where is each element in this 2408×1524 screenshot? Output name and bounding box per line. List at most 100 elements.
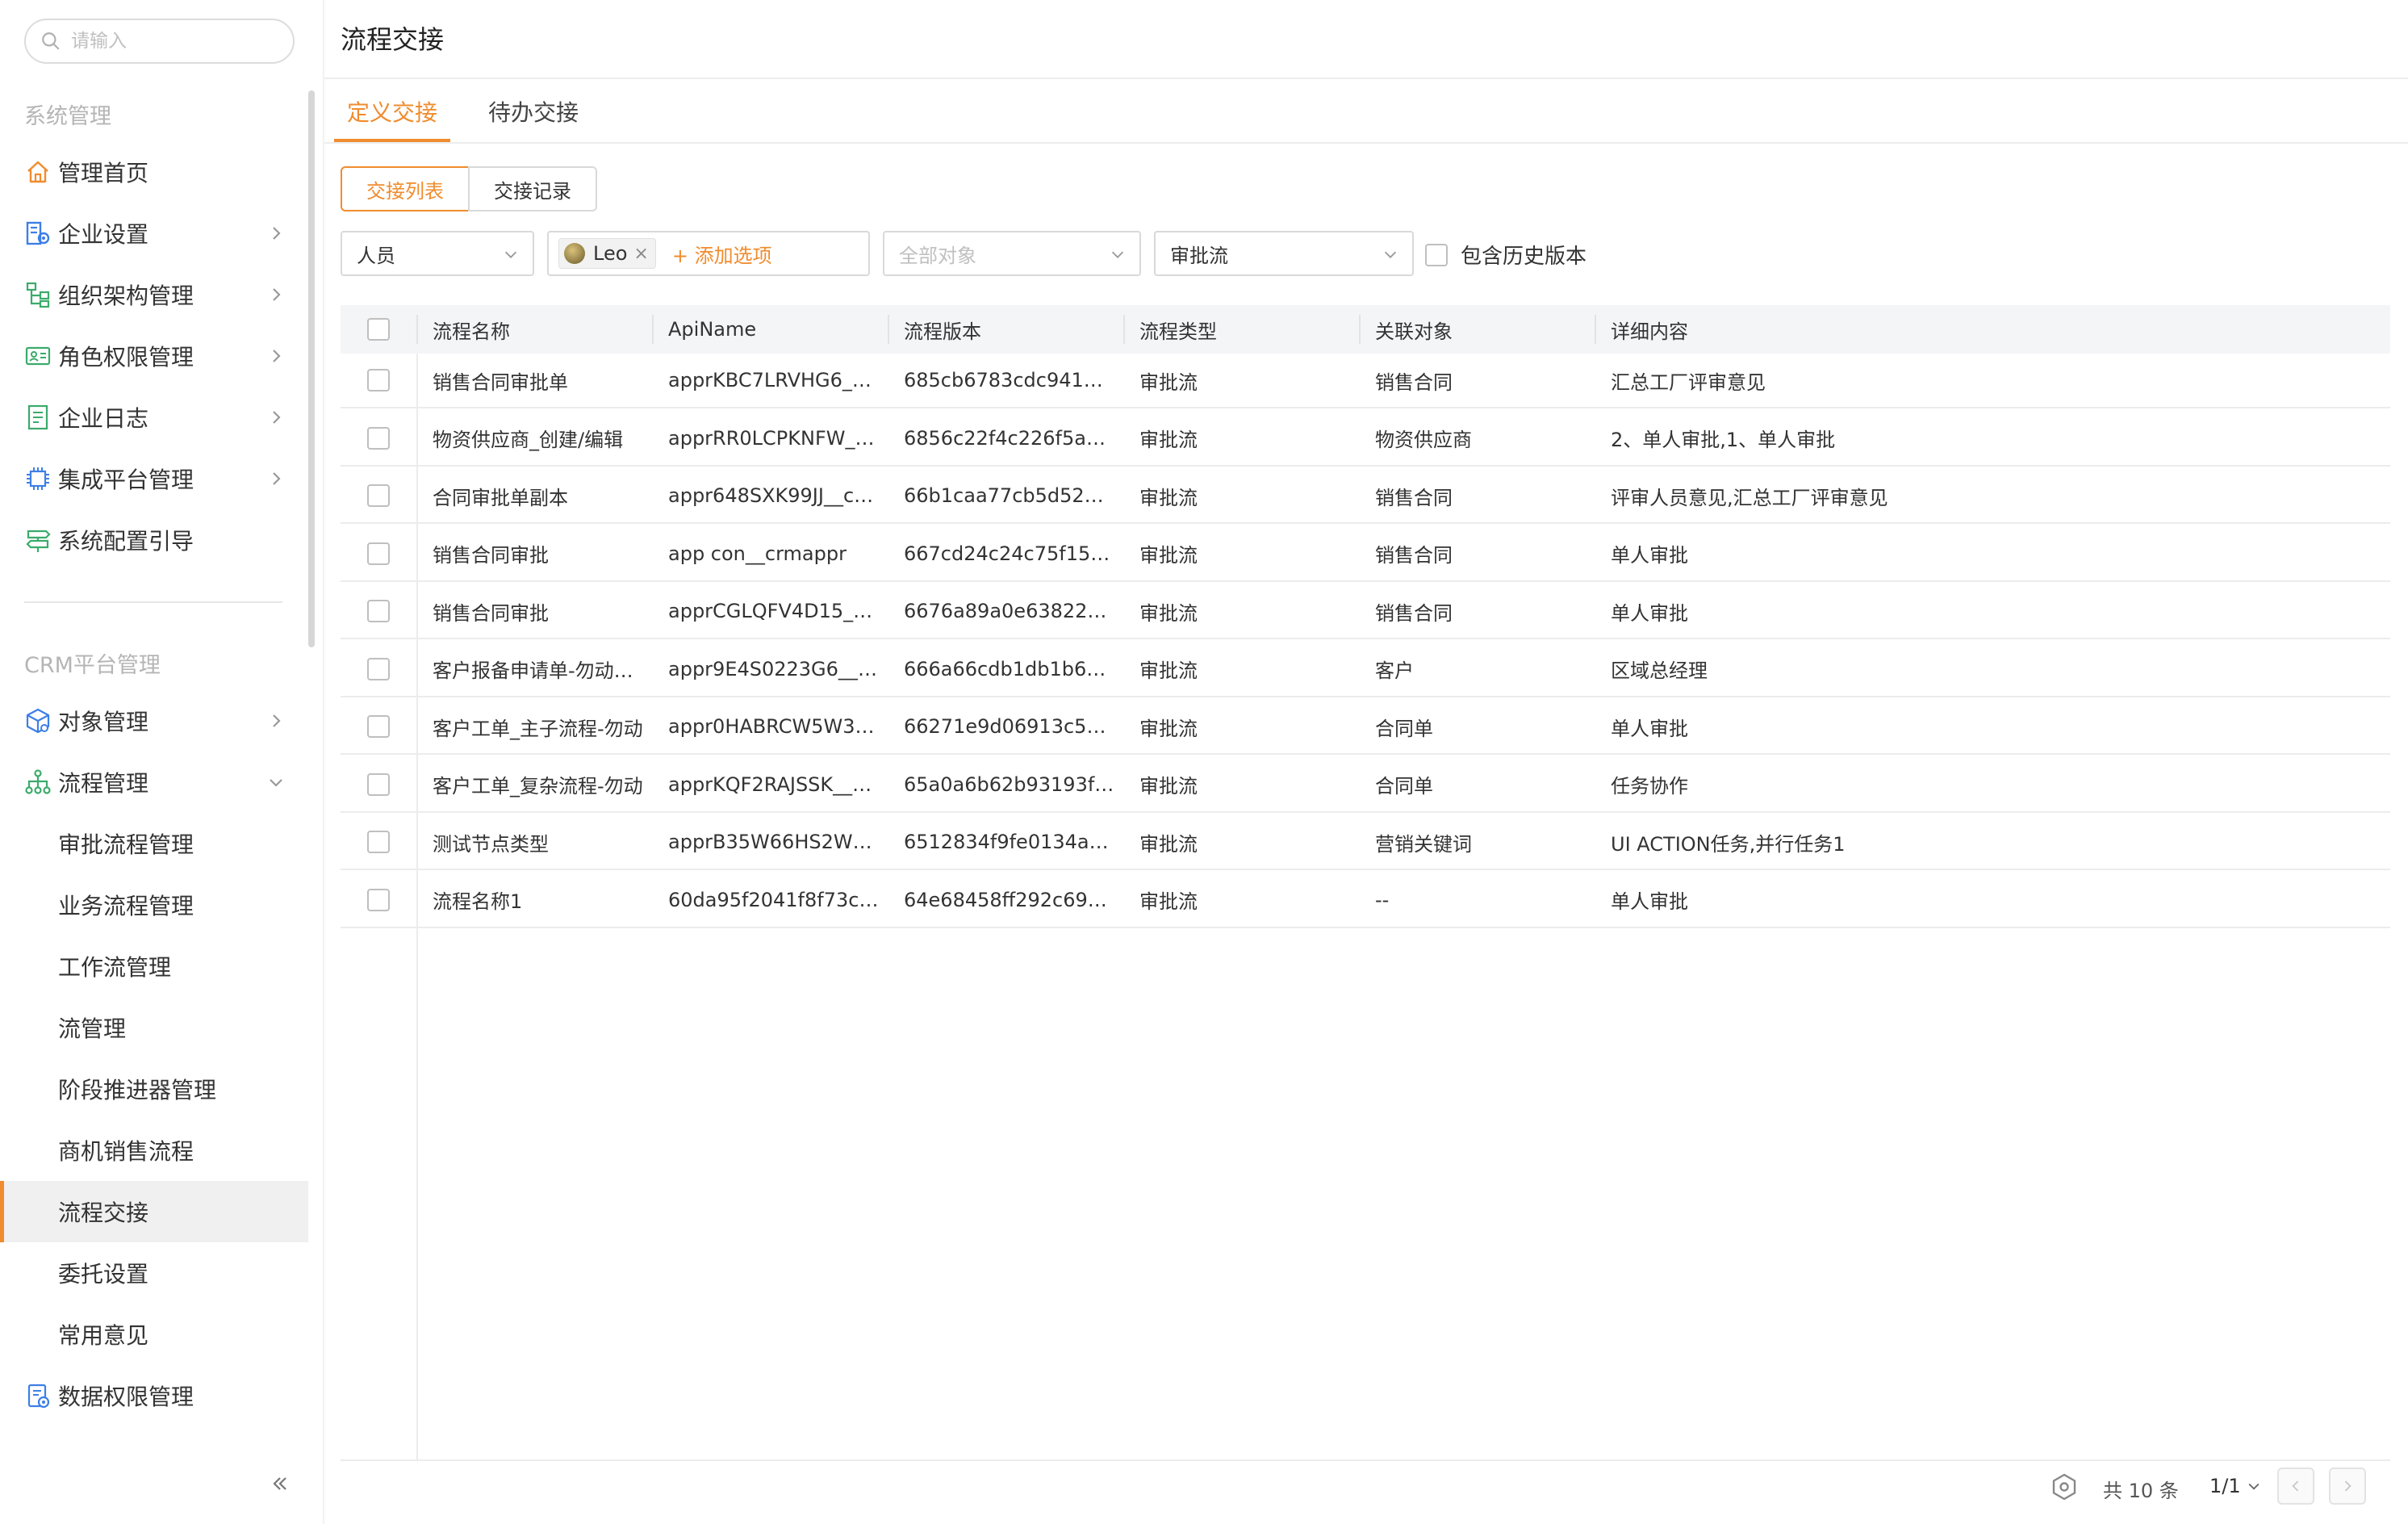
table-row[interactable]: 销售合同审批 apprCGLQFV4D15__crmappr 6676a89a0e6… <box>341 584 2390 639</box>
sidebar-subitem-workflow[interactable]: 工作流管理 <box>0 936 308 997</box>
row-checkbox[interactable] <box>367 772 390 796</box>
row-checkbox[interactable] <box>367 715 390 738</box>
cell-process-name: 物资供应商_创建/编辑 <box>418 412 652 465</box>
person-select[interactable]: 人员 <box>341 231 534 276</box>
person-tag-label: Leo <box>593 242 628 265</box>
cell-api-name: appr0HABRCW5W3__crmappr <box>654 700 888 753</box>
header-api-name[interactable]: ApiName <box>654 305 888 354</box>
table-row[interactable]: 合同审批单副本 appr648SXK99JJ__crmappr 66b1caa77c… <box>341 469 2390 524</box>
sidebar-item-label: 数据权限管理 <box>58 1384 194 1410</box>
table-row[interactable]: 物资供应商_创建/编辑 apprRR0LCPKNFW__crmappr 6856c2… <box>341 412 2390 467</box>
cell-text: 营销关键词 <box>1375 832 1472 856</box>
sidebar-item-integration[interactable]: 集成平台管理 <box>0 448 308 509</box>
segment-handover-records[interactable]: 交接记录 <box>468 166 597 211</box>
include-history-toggle[interactable]: 包含历史版本 <box>1425 240 1587 270</box>
sidebar: 系统管理 管理首页 企业设置 组织架构管理 角色权限管理 企业日志 集成平台管理… <box>0 0 323 1524</box>
sidebar-subitem-label: 委托设置 <box>58 1261 149 1287</box>
row-checkbox[interactable] <box>367 542 390 565</box>
table-row[interactable]: 客户报备申请单-勿动勿动 appr9E4S0223G6__crmappr 666a6… <box>341 643 2390 697</box>
sidebar-item-org-structure[interactable]: 组织架构管理 <box>0 264 308 325</box>
object-select[interactable]: 全部对象 <box>883 231 1141 276</box>
pagination-prev-button[interactable] <box>2277 1467 2314 1505</box>
row-checkbox[interactable] <box>367 831 390 853</box>
sidebar-subitem-stream[interactable]: 流管理 <box>0 997 308 1058</box>
sidebar-item-config-guide[interactable]: 系统配置引导 <box>0 509 308 571</box>
table-header: 流程名称 ApiName 流程版本 流程类型 关联对象 详细内容 <box>341 305 2390 354</box>
sidebar-subitem-label: 工作流管理 <box>58 954 172 981</box>
sidebar-subitem-common-opinions[interactable]: 常用意见 <box>0 1304 308 1365</box>
sidebar-item-object-management[interactable]: 对象管理 <box>0 690 308 752</box>
tab-pending-handover[interactable]: 待办交接 <box>488 95 579 128</box>
cell-text: apprB35W66HS2W__crmappr <box>668 831 880 853</box>
cell-text: 销售合同 <box>1375 601 1453 625</box>
sidebar-item-home[interactable]: 管理首页 <box>0 141 308 203</box>
table-row[interactable]: 测试节点类型 apprB35W66HS2W__crmappr 6512834f9fe… <box>341 815 2390 870</box>
row-checkbox[interactable] <box>367 657 390 680</box>
sidebar-subitem-business-flow[interactable]: 业务流程管理 <box>0 874 308 936</box>
sidebar-item-enterprise-log[interactable]: 企业日志 <box>0 387 308 448</box>
collapse-sidebar-icon[interactable] <box>266 1471 292 1497</box>
segment-handover-list[interactable]: 交接列表 <box>341 166 470 211</box>
row-select-cell <box>341 873 416 927</box>
cell-text: 65a0a6b62b93193fe... <box>904 772 1115 796</box>
cell-text: 销售合同审批 <box>433 544 549 567</box>
sidebar-item-label: 角色权限管理 <box>58 344 194 371</box>
sidebar-subitem-process-handover[interactable]: 流程交接 <box>0 1181 308 1242</box>
cell-text: 64e68458ff292c6935... <box>904 888 1115 911</box>
pagination-next-button[interactable] <box>2329 1467 2366 1505</box>
row-checkbox[interactable] <box>367 888 390 911</box>
sidebar-search[interactable] <box>24 19 295 64</box>
add-option-button[interactable]: + 添加选项 <box>672 240 772 268</box>
pagination-page-select[interactable]: 1/1 <box>2209 1475 2262 1497</box>
process-type-select[interactable]: 审批流 <box>1154 231 1414 276</box>
cell-text: 区域总经理 <box>1611 659 1708 682</box>
table-settings-icon[interactable] <box>2050 1472 2079 1501</box>
include-history-checkbox[interactable] <box>1425 243 1448 266</box>
header-process-type[interactable]: 流程类型 <box>1125 305 1359 354</box>
cell-text: appr9E4S0223G6__crmappr <box>668 657 880 680</box>
table-row[interactable]: 客户工单_复杂流程-勿动 apprKQF2RAJSSK__crmappr 65a0a… <box>341 758 2390 813</box>
cell-api-name: app con__crmappr <box>654 527 888 580</box>
row-checkbox[interactable] <box>367 369 390 391</box>
table-row[interactable]: 流程名称1 60da95f2041f8f73c24... 64e68458ff292… <box>341 873 2390 928</box>
sidebar-subitem-stage-advancer[interactable]: 阶段推进器管理 <box>0 1058 308 1120</box>
header-process-name[interactable]: 流程名称 <box>418 305 652 354</box>
row-checkbox[interactable] <box>367 484 390 507</box>
row-checkbox[interactable] <box>367 600 390 622</box>
cell-text: apprRR0LCPKNFW__crmappr <box>668 426 880 450</box>
header-details[interactable]: 详细内容 <box>1596 305 2387 354</box>
sidebar-subitem-approval-flow[interactable]: 审批流程管理 <box>0 813 308 874</box>
sidebar-scrollbar[interactable] <box>308 90 315 647</box>
table-row[interactable]: 客户工单_主子流程-勿动 appr0HABRCW5W3__crmappr 66271… <box>341 700 2390 755</box>
cell-process-type: 审批流 <box>1125 700 1359 753</box>
header-related-object[interactable]: 关联对象 <box>1361 305 1595 354</box>
cell-text: 单人审批 <box>1611 544 1688 567</box>
person-tag-input[interactable]: Leo × + 添加选项 <box>547 231 870 276</box>
cell-process-name: 客户工单_复杂流程-勿动 <box>418 758 652 811</box>
search-input[interactable] <box>71 31 273 52</box>
sidebar-subitem-opportunity-sales[interactable]: 商机销售流程 <box>0 1120 308 1181</box>
row-select-cell <box>341 643 416 696</box>
cell-text: 客户 <box>1375 659 1414 682</box>
sidebar-item-enterprise-settings[interactable]: 企业设置 <box>0 203 308 264</box>
cell-text: apprCGLQFV4D15__crmappr <box>668 600 880 622</box>
chevron-down-icon <box>266 772 286 792</box>
sidebar-item-data-permission[interactable]: 数据权限管理 <box>0 1365 308 1426</box>
row-checkbox[interactable] <box>367 426 390 450</box>
sidebar-item-label: 组织架构管理 <box>58 283 194 309</box>
sidebar-subitem-delegation[interactable]: 委托设置 <box>0 1242 308 1304</box>
table-row[interactable]: 销售合同审批单 apprKBC7LRVHG6__crmappr 685cb6783c… <box>341 354 2390 408</box>
sidebar-item-role-permission[interactable]: 角色权限管理 <box>0 325 308 387</box>
cell-text: 685cb6783cdc941ff2... <box>904 369 1115 391</box>
flow-tree-icon <box>24 768 52 796</box>
title-divider <box>324 77 2408 79</box>
cell-text: 合同单 <box>1375 775 1433 798</box>
sidebar-item-process-management[interactable]: 流程管理 <box>0 752 308 813</box>
select-all-checkbox[interactable] <box>367 318 390 341</box>
header-process-version[interactable]: 流程版本 <box>889 305 1123 354</box>
avatar <box>564 243 585 264</box>
table-row[interactable]: 销售合同审批 app con__crmappr 667cd24c24c75f1554… <box>341 527 2390 582</box>
close-icon[interactable]: × <box>633 244 648 264</box>
tab-define-handover[interactable]: 定义交接 <box>347 95 437 128</box>
role-card-icon <box>24 342 52 370</box>
